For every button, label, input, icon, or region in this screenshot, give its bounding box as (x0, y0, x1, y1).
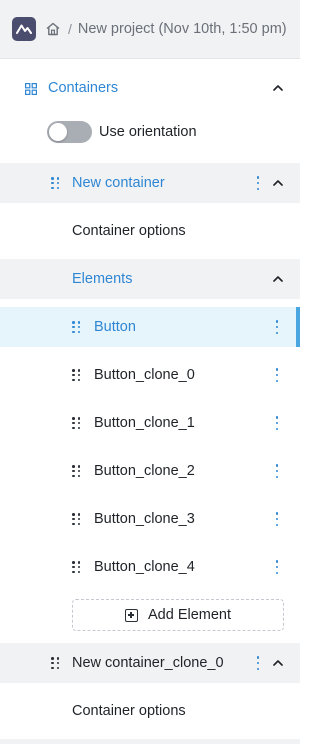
project-title[interactable]: New project (Nov 10th, 1:50 pm) (78, 21, 287, 37)
kebab-menu-icon[interactable] (275, 320, 279, 334)
kebab-menu-icon[interactable] (275, 464, 279, 478)
use-orientation-label: Use orientation (99, 124, 197, 140)
containers-section-header[interactable]: Containers (0, 66, 300, 110)
elements-section-header[interactable]: Elements (0, 259, 300, 299)
grid-icon (25, 82, 37, 95)
add-element-label: Add Element (147, 607, 232, 623)
chevron-up-icon[interactable] (272, 177, 284, 189)
kebab-menu-icon[interactable] (275, 560, 279, 574)
breadcrumb-separator: / (68, 21, 72, 37)
home-icon[interactable] (44, 20, 62, 38)
chevron-up-icon[interactable] (272, 82, 284, 94)
element-item[interactable]: Button_clone_1 (0, 403, 300, 443)
elements-title: Elements (72, 271, 133, 287)
element-label: Button (94, 319, 136, 335)
element-label: Button_clone_2 (94, 463, 195, 479)
element-item[interactable]: Button_clone_0 (0, 355, 300, 395)
element-label: Button_clone_1 (94, 415, 195, 431)
container-title: New container (72, 175, 165, 191)
chevron-up-icon[interactable] (272, 273, 284, 285)
drag-handle-icon[interactable] (72, 513, 80, 526)
element-item[interactable]: Button_clone_2 (0, 451, 300, 491)
drag-handle-icon[interactable] (72, 321, 80, 334)
element-item[interactable]: Button_clone_4 (0, 547, 300, 587)
logo-icon[interactable] (12, 17, 36, 41)
containers-title: Containers (48, 80, 119, 96)
container-header-clone[interactable]: New container_clone_0 (0, 643, 300, 683)
element-item-selected[interactable]: Button (0, 307, 300, 347)
drag-handle-icon[interactable] (51, 177, 59, 190)
element-label: Button_clone_0 (94, 367, 195, 383)
element-item[interactable]: Button_clone_3 (0, 499, 300, 539)
container-options-label: Container options (72, 703, 186, 719)
chevron-up-icon[interactable] (272, 657, 284, 669)
drag-handle-icon[interactable] (72, 369, 80, 382)
panel-bottom-edge (0, 739, 300, 744)
container-options-item[interactable]: Container options (0, 691, 300, 731)
selection-indicator (296, 307, 300, 347)
drag-handle-icon[interactable] (72, 561, 80, 574)
use-orientation-toggle[interactable] (47, 121, 92, 143)
plus-square-icon (124, 608, 138, 622)
kebab-menu-icon[interactable] (275, 368, 279, 382)
drag-handle-icon[interactable] (72, 417, 80, 430)
kebab-menu-icon[interactable] (275, 416, 279, 430)
kebab-menu-icon[interactable] (275, 512, 279, 526)
use-orientation-row: Use orientation (0, 112, 300, 152)
container-options-label: Container options (72, 223, 186, 239)
kebab-menu-icon[interactable] (256, 656, 260, 670)
drag-handle-icon[interactable] (51, 657, 59, 670)
element-label: Button_clone_3 (94, 511, 195, 527)
top-bar: / New project (Nov 10th, 1:50 pm) (0, 0, 300, 59)
add-element-button[interactable]: Add Element (72, 599, 284, 631)
container-header-new-container[interactable]: New container (0, 163, 300, 203)
kebab-menu-icon[interactable] (256, 176, 260, 190)
container-options-item[interactable]: Container options (0, 211, 300, 251)
drag-handle-icon[interactable] (72, 465, 80, 478)
container-title: New container_clone_0 (72, 655, 224, 671)
element-label: Button_clone_4 (94, 559, 195, 575)
